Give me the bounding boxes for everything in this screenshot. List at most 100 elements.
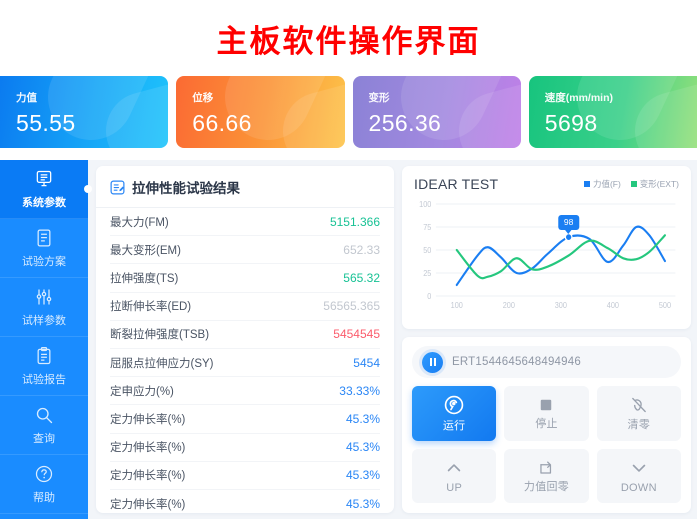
document-icon [34,228,54,248]
sidebar: 系统参数试验方案试样参数试验报告查询帮助 [0,160,88,519]
control-button-label: 力值回零 [523,481,570,494]
sidebar-item-label: 试样参数 [22,314,66,327]
sidebar-item-2[interactable]: 试验方案 [0,219,88,278]
result-value: 565.32 [343,270,380,285]
stat-card-label: 速度(mm/min) [544,92,613,104]
control-panel: ERT1544645648494946 运行 停止 清零 UP 力值回零 DOWN [402,337,691,513]
stat-card-value: 66.66 [192,110,252,136]
result-value: 56565.365 [323,299,380,314]
search-icon [34,405,54,425]
sidebar-item-5[interactable]: 查询 [0,396,88,455]
main-content: 拉伸性能试验结果 最大力(FM) 5151.366 最大变形(EM) 652.33 拉伸… [88,160,697,519]
control-button-1[interactable]: 运行 [412,386,497,441]
play-circle-icon [443,394,465,416]
reset-loop-icon [537,458,556,477]
sidebar-item-label: 试验方案 [22,255,66,268]
svg-text:300: 300 [555,301,567,310]
chevron-up-icon [444,458,464,478]
sidebar-item-3[interactable]: 试样参数 [0,278,88,337]
svg-text:100: 100 [419,200,431,209]
sidebar-item-label: 系统参数 [22,196,66,209]
chart-plot-area: 0 25 50 75 100 100 200 300 400 500 98 [414,198,679,316]
control-button-6[interactable]: DOWN [596,448,681,503]
sliders-icon [34,287,54,307]
stat-card-4: 速度(mm/min) 5698 [528,76,697,148]
result-label: 最大变形(EM) [110,244,181,257]
svg-text:100: 100 [451,301,463,310]
result-row: 断裂拉伸强度(TSB) 5454545 [110,321,380,349]
monitor-doc-icon [34,169,54,189]
test-id-text: ERT1544645648494946 [452,356,581,368]
result-value: 652.33 [343,242,380,257]
control-button-3[interactable]: 清零 [596,386,681,441]
title-bar: 主板软件操作界面 [0,0,697,76]
result-label: 定申应力(%) [110,385,174,398]
tensile-results-panel: 拉伸性能试验结果 最大力(FM) 5151.366 最大变形(EM) 652.33 拉伸… [96,166,394,513]
edit-document-icon [110,180,125,195]
stat-card-label: 力值 [16,92,37,104]
app-root: 主板软件操作界面 力值 55.55 位移 66.66 变形 256.36 速度(mm/min… [0,0,697,519]
result-value: 5151.366 [329,214,380,229]
sidebar-item-label: 查询 [33,432,55,445]
chart-panel: IDEAR TEST 力值(F) 变形(EXT) 0 25 50 75 100 100 20… [402,166,691,329]
legend-color-swatch [583,181,590,187]
stat-card-1: 力值 55.55 [0,76,169,148]
result-value: 45.3% [345,411,380,426]
legend-color-swatch [630,181,637,187]
result-label: 拉伸强度(TS) [110,272,179,285]
control-button-5[interactable]: 力值回零 [504,448,589,503]
chevron-down-icon [629,458,649,478]
result-value: 45.3% [345,468,380,483]
app-body: 系统参数 试验方案 试样参数 试验报告 查询 帮助 拉伸性能试验结果 最大力(F… [0,160,697,519]
svg-text:500: 500 [659,301,671,310]
result-value: 5454545 [333,327,380,342]
result-label: 最大力(FM) [110,216,169,229]
stat-card-row: 力值 55.55 位移 66.66 变形 256.36 速度(mm/min) 5698 [0,76,697,148]
control-button-grid: 运行 停止 清零 UP 力值回零 DOWN [412,386,681,503]
control-button-label: UP [446,481,463,494]
legend-item[interactable]: 变形(EXT) [630,178,679,190]
test-id-bar[interactable]: ERT1544645648494946 [412,346,681,378]
svg-text:25: 25 [423,269,431,278]
result-row: 最大变形(EM) 652.33 [110,236,380,265]
sidebar-item-label: 试验报告 [22,373,66,386]
svg-text:75: 75 [423,223,431,232]
stat-card-value: 5698 [544,110,598,136]
result-value: 45.3% [345,440,380,455]
sidebar-item-1[interactable]: 系统参数 [0,160,88,219]
stat-card-3: 变形 256.36 [352,76,521,148]
svg-text:50: 50 [423,246,431,255]
sidebar-item-6[interactable]: 帮助 [0,455,88,514]
stat-card-2: 位移 66.66 [176,76,345,148]
result-label: 屈服点拉伸应力(SY) [110,357,214,370]
chart-y-tick-labels: 0 25 50 75 100 [419,200,431,301]
result-row: 定申应力(%) 33.33% [110,377,380,406]
result-row: 屈服点拉伸应力(SY) 5454 [110,349,380,378]
results-list: 最大力(FM) 5151.366 最大变形(EM) 652.33 拉伸强度(TS) 565… [96,208,394,513]
chart-highlight-point [564,232,573,242]
result-value: 33.33% [339,383,380,398]
control-button-2[interactable]: 停止 [504,386,589,441]
result-row: 定力伸长率(%) 45.3% [110,405,380,434]
chart-x-tick-labels: 100 200 300 400 500 [451,301,671,310]
result-label: 定力伸长率(%) [110,442,186,455]
chart-title: IDEAR TEST [414,176,499,192]
result-row: 定力伸长率(%) 45.3% [110,434,380,462]
result-label: 定力伸长率(%) [110,498,186,511]
page-title: 主板软件操作界面 [216,23,481,60]
result-row: 拉断伸长率(ED) 56565.365 [110,293,380,321]
control-button-label: DOWN [620,481,657,494]
legend-item[interactable]: 力值(F) [583,178,621,190]
result-label: 定力伸长率(%) [110,470,186,483]
pause-icon[interactable] [422,351,443,373]
control-button-label: 运行 [442,420,466,433]
stop-square-icon [537,396,555,414]
control-button-4[interactable]: UP [412,448,497,503]
legend-label: 力值(F) [592,179,621,189]
clipboard-icon [34,346,54,366]
result-value: 5454 [353,355,380,370]
result-label: 拉断伸长率(ED) [110,301,192,314]
stat-card-value: 256.36 [368,110,442,136]
results-title: 拉伸性能试验结果 [132,181,240,196]
sidebar-item-4[interactable]: 试验报告 [0,337,88,396]
